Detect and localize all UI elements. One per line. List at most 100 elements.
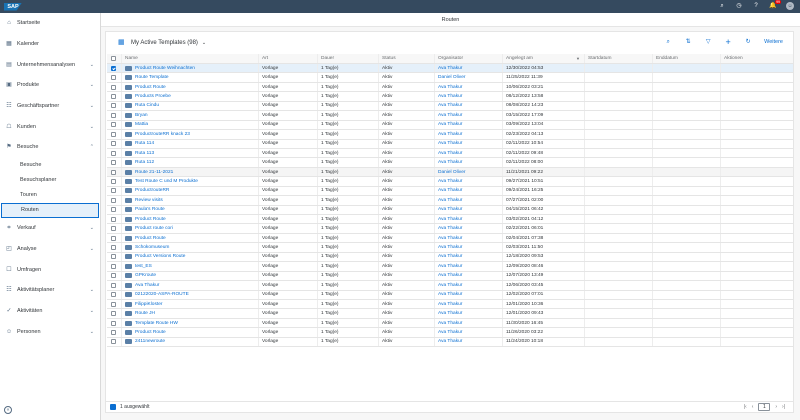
organizer-link[interactable]: Ava Thakur xyxy=(435,290,503,299)
refresh-icon[interactable]: ↻ xyxy=(744,38,752,46)
table-row[interactable]: Route Template Vorlage 1 Tag(e) Aktiv Daniel… xyxy=(107,73,793,83)
organizer-link[interactable]: Ava Thakur xyxy=(435,205,503,214)
name-cell[interactable]: Schokomuseum xyxy=(122,243,259,252)
table-row[interactable]: Paula's Route Vorlage 1 Tag(e) Aktiv Ava Tha… xyxy=(107,205,793,215)
organizer-link[interactable]: Ava Thakur xyxy=(435,139,503,148)
table-row[interactable]: Product Route Vorlage 1 Tag(e) Aktiv Ava Tha… xyxy=(107,82,793,93)
organizer-link[interactable]: Daniel Oliver xyxy=(435,167,503,177)
user-avatar[interactable]: ☺ xyxy=(786,2,794,10)
row-select-cell[interactable] xyxy=(107,130,122,139)
route-name-link[interactable]: Products Proebe xyxy=(135,94,171,99)
row-select-cell[interactable] xyxy=(107,64,122,73)
name-cell[interactable]: Ava Thakur xyxy=(122,281,259,290)
route-name-link[interactable]: Product route cori xyxy=(135,226,173,231)
chevron-down-icon[interactable]: ⌄ xyxy=(90,287,94,293)
name-cell[interactable]: Ruta 112 xyxy=(122,158,259,167)
collapse-sidebar-icon[interactable]: « xyxy=(4,406,12,414)
variant-selector[interactable]: My Active Templates (98) xyxy=(131,40,198,46)
sidebar-item-produkte[interactable]: ▣ Produkte ⌄ xyxy=(0,75,100,96)
organizer-link[interactable]: Ava Thakur xyxy=(435,92,503,101)
name-cell[interactable]: Route 21-11-2021 xyxy=(122,167,259,177)
sidebar-item-unternehmensanalysen[interactable]: ▤ Unternehmensanalysen ⌄ xyxy=(0,54,100,75)
table-row[interactable]: Schokomuseum Vorlage 1 Tag(e) Aktiv Ava Thak… xyxy=(107,243,793,253)
chevron-down-icon[interactable]: ⌄ xyxy=(90,82,94,88)
row-select-cell[interactable] xyxy=(107,101,122,111)
row-select-cell[interactable] xyxy=(107,167,122,177)
table-row[interactable]: Test Route C und M Produkte Vorlage 1 Tag(… xyxy=(107,177,793,187)
sidebar-item-kunden[interactable]: ☖ Kunden ⌄ xyxy=(0,116,100,137)
row-checkbox[interactable] xyxy=(111,273,116,279)
row-checkbox[interactable] xyxy=(111,207,116,213)
row-select-cell[interactable] xyxy=(107,158,122,167)
row-select-cell[interactable] xyxy=(107,318,122,328)
column-header-dauer[interactable]: Dauer xyxy=(318,54,379,63)
table-row[interactable]: Ava Thakur Vorlage 1 Tag(e) Aktiv Ava Thakur… xyxy=(107,281,793,291)
row-checkbox[interactable] xyxy=(111,197,116,203)
sidebar-item-aktivitätsplaner[interactable]: ☷ Aktivitätsplaner ⌄ xyxy=(0,280,100,301)
route-name-link[interactable]: Product Route xyxy=(135,85,166,90)
organizer-link[interactable]: Ava Thakur xyxy=(435,224,503,233)
route-name-link[interactable]: Product Route xyxy=(135,217,166,222)
organizer-link[interactable]: Ava Thakur xyxy=(435,337,503,347)
row-select-cell[interactable] xyxy=(107,205,122,214)
search-icon[interactable]: ⌕ xyxy=(718,2,726,10)
table-row[interactable]: ProductrouteRR Vorlage 1 Tag(e) Aktiv Ava Th… xyxy=(107,186,793,197)
filter-icon[interactable]: ▽ xyxy=(704,38,712,46)
name-cell[interactable]: 02122020-ASPA-ROUTE xyxy=(122,290,259,299)
name-cell[interactable]: Product Versions Route xyxy=(122,252,259,262)
name-cell[interactable]: ProductrouteRR knack 23 xyxy=(122,130,259,139)
row-select-cell[interactable] xyxy=(107,328,122,337)
name-cell[interactable]: Route JH xyxy=(122,309,259,318)
select-all-cell[interactable] xyxy=(107,54,122,63)
chevron-up-icon[interactable]: ⌃ xyxy=(90,144,94,150)
row-select-cell[interactable] xyxy=(107,290,122,299)
table-row[interactable]: ProductrouteRR knack 23 Vorlage 1 Tag(e) Ak… xyxy=(107,130,793,140)
chevron-down-icon[interactable]: ⌄ xyxy=(90,103,94,109)
organizer-link[interactable]: Ava Thakur xyxy=(435,196,503,205)
route-name-link[interactable]: Route Template xyxy=(135,75,169,80)
route-name-link[interactable]: Paula's Route xyxy=(135,207,165,212)
route-name-link[interactable]: test_ES xyxy=(135,264,152,269)
name-cell[interactable]: Template Route HW xyxy=(122,318,259,328)
organizer-link[interactable]: Ava Thakur xyxy=(435,262,503,271)
row-select-cell[interactable] xyxy=(107,337,122,347)
route-name-link[interactable]: Template Route HW xyxy=(135,321,178,326)
chevron-down-icon[interactable]: ⌄ xyxy=(90,246,94,252)
table-row[interactable]: 2411newroute Vorlage 1 Tag(e) Aktiv Ava Thak… xyxy=(107,337,793,348)
table-row[interactable]: GPKroute Vorlage 1 Tag(e) Aktiv Ava Thakur 12… xyxy=(107,271,793,282)
row-select-cell[interactable] xyxy=(107,233,122,243)
row-select-cell[interactable] xyxy=(107,281,122,290)
sidebar-subitem-routen[interactable]: Routen xyxy=(1,202,99,218)
add-icon[interactable]: + xyxy=(724,38,732,47)
row-select-cell[interactable] xyxy=(107,299,122,309)
row-checkbox[interactable] xyxy=(111,112,116,118)
row-select-cell[interactable] xyxy=(107,243,122,252)
route-name-link[interactable]: GPKroute xyxy=(135,273,156,278)
column-header-organisator[interactable]: Organisator xyxy=(435,54,503,63)
row-checkbox[interactable] xyxy=(111,263,116,269)
sidebar-subitem-besuche[interactable]: Besuche xyxy=(0,158,100,173)
organizer-link[interactable]: Ava Thakur xyxy=(435,252,503,262)
chevron-down-icon[interactable]: ⌄ xyxy=(90,124,94,130)
row-select-cell[interactable] xyxy=(107,92,122,101)
row-select-cell[interactable] xyxy=(107,73,122,82)
route-name-link[interactable]: Review visits xyxy=(135,198,163,203)
sidebar-item-besuche[interactable]: ⚑ Besuche ⌃ xyxy=(0,137,100,158)
last-page-icon[interactable]: ›| xyxy=(782,404,785,410)
name-cell[interactable]: Product Route xyxy=(122,328,259,337)
row-checkbox[interactable] xyxy=(111,320,116,326)
table-row[interactable]: Product Versions Route Vorlage 1 Tag(e) Akt… xyxy=(107,252,793,263)
organizer-link[interactable]: Ava Thakur xyxy=(435,233,503,243)
route-name-link[interactable]: 02122020-ASPA-ROUTE xyxy=(135,292,189,297)
route-name-link[interactable]: 2411newroute xyxy=(135,339,165,344)
row-select-cell[interactable] xyxy=(107,148,122,158)
sidebar-item-kalender[interactable]: ▦ Kalender xyxy=(0,34,100,55)
name-cell[interactable]: ProductrouteRR xyxy=(122,186,259,196)
sidebar-subitem-besuchsplaner[interactable]: Besuchsplaner xyxy=(0,173,100,188)
name-cell[interactable]: FilippiKloster xyxy=(122,299,259,309)
table-row[interactable]: Review visits Vorlage 1 Tag(e) Aktiv Ava Tha… xyxy=(107,196,793,206)
organizer-link[interactable]: Ava Thakur xyxy=(435,120,503,130)
name-cell[interactable]: Product Route xyxy=(122,215,259,224)
row-checkbox[interactable] xyxy=(111,141,116,147)
table-row[interactable]: Bryan Vorlage 1 Tag(e) Aktiv Ava Thakur 03/15… xyxy=(107,111,793,121)
